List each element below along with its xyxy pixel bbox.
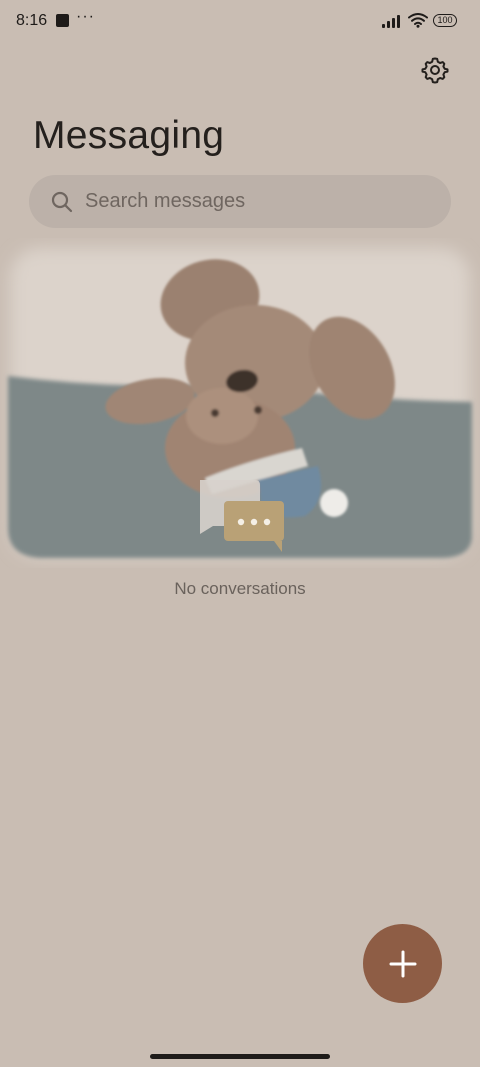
new-message-button[interactable]	[363, 924, 442, 1003]
empty-state-illustration	[8, 248, 472, 558]
status-time: 8:16	[16, 12, 48, 29]
wifi-icon	[408, 13, 428, 28]
search-placeholder: Search messages	[85, 190, 246, 212]
empty-state-message: No conversations	[174, 579, 306, 598]
search-bar[interactable]: Search messages	[29, 175, 451, 228]
settings-button[interactable]	[419, 54, 451, 86]
gear-icon	[421, 57, 449, 84]
signal-icon	[382, 13, 404, 28]
search-icon	[51, 191, 73, 212]
status-bar: 8:16 ··· 100	[0, 0, 480, 44]
battery-icon: 100	[433, 14, 457, 27]
page-title: Messaging	[33, 114, 225, 157]
home-indicator[interactable]	[150, 1054, 330, 1059]
plus-icon	[389, 950, 416, 977]
more-notifications-icon: ···	[76, 8, 95, 25]
notification-app-icon	[56, 14, 69, 27]
